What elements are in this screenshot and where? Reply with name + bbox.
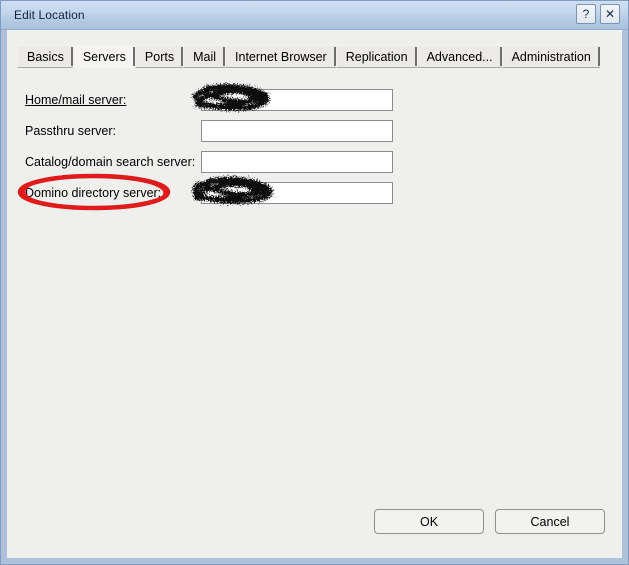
- cancel-button[interactable]: Cancel: [495, 509, 605, 534]
- title-bar: Edit Location ? ✕: [0, 0, 629, 30]
- input-catalog-domain-search-server[interactable]: [201, 151, 393, 173]
- tab-replication[interactable]: Replication: [335, 45, 417, 68]
- tab-ports[interactable]: Ports: [134, 45, 184, 68]
- tab-internet-browser[interactable]: Internet Browser: [225, 45, 336, 68]
- input-passthru-server[interactable]: [201, 120, 393, 142]
- tab-administration[interactable]: Administration: [501, 45, 601, 68]
- close-icon[interactable]: ✕: [600, 4, 620, 24]
- label-passthru-server: Passthru server:: [25, 124, 117, 138]
- tab-strip: Basics Servers Ports Mail Internet Brows…: [17, 45, 601, 68]
- servers-tab-panel: Home/mail server: Passthru server: Catal…: [7, 78, 622, 478]
- input-home-mail-server[interactable]: [201, 89, 393, 111]
- tab-mail[interactable]: Mail: [183, 45, 226, 68]
- label-domino-directory-server: Domino directory server:: [25, 186, 162, 200]
- tab-basics[interactable]: Basics: [17, 45, 73, 68]
- edit-location-dialog: Edit Location ? ✕ Basics Servers Ports M…: [0, 0, 629, 565]
- dialog-footer: OK Cancel: [374, 509, 605, 534]
- tab-servers[interactable]: Servers: [72, 45, 135, 68]
- ok-button[interactable]: OK: [374, 509, 484, 534]
- label-catalog-domain-search-server: Catalog/domain search server:: [25, 155, 196, 169]
- input-domino-directory-server[interactable]: [201, 182, 393, 204]
- tab-advanced[interactable]: Advanced...: [416, 45, 502, 68]
- window-title: Edit Location: [14, 7, 85, 22]
- title-bar-buttons: ? ✕: [576, 4, 620, 24]
- label-home-mail-server[interactable]: Home/mail server:: [25, 89, 126, 111]
- help-icon[interactable]: ?: [576, 4, 596, 24]
